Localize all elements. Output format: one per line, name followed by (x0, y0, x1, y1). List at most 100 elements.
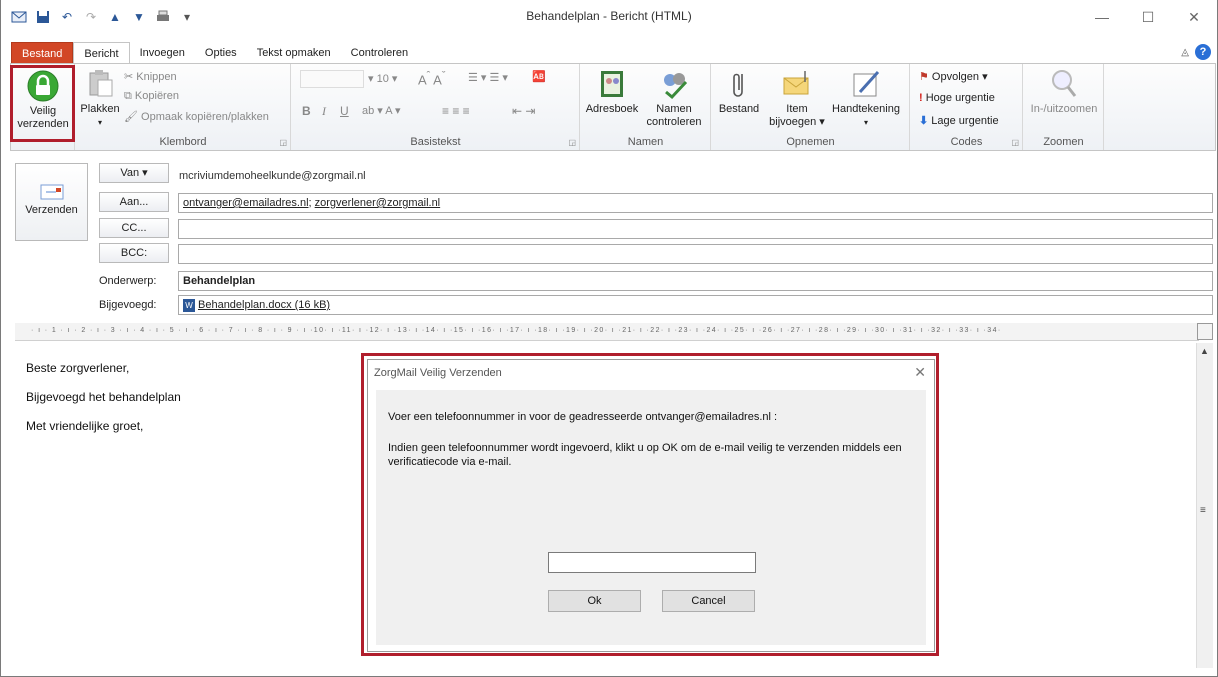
ruler: · ı · 1 · ı · 2 · ı · 3 · ı · 4 · ı · 5 … (15, 323, 1199, 341)
format-painter-button[interactable]: 🖌 Opmaak kopiëren/plakken (124, 110, 269, 123)
close-window-icon[interactable]: ✕ (1171, 0, 1217, 34)
secure-send-highlight (10, 65, 75, 142)
follow-up-button[interactable]: ⚑ Opvolgen ▾ (919, 70, 988, 83)
zorgmail-dialog: ZorgMail Veilig Verzenden ✕ Voer een tel… (367, 359, 935, 652)
paste-label: Plakken (80, 103, 120, 115)
font-name-box[interactable] (300, 70, 364, 88)
scroll-thumb-grip-icon[interactable]: ≡ (1200, 505, 1206, 516)
tags-group-label: Codes (950, 136, 983, 148)
signature-button[interactable]: Handtekening ▾ (826, 68, 906, 129)
body-line-2: Bijgevoegd het behandelplan (26, 390, 181, 404)
tab-review[interactable]: Controleren (341, 42, 418, 64)
tab-file[interactable]: Bestand (11, 42, 74, 64)
window-controls: — ☐ ✕ (1079, 0, 1217, 34)
tab-options[interactable]: Opties (195, 42, 247, 64)
signature-icon (850, 68, 882, 100)
group-tags: ⚑ Opvolgen ▾ ! Hoge urgentie ⬇ Lage urge… (911, 64, 1023, 150)
magnifier-icon (1048, 68, 1080, 100)
signature-label: Handtekening (832, 103, 900, 115)
send-button[interactable]: Verzenden (15, 163, 88, 241)
underline-icon[interactable]: U (340, 104, 349, 118)
tab-format-text[interactable]: Tekst opmaken (247, 42, 341, 64)
word-doc-icon: W (183, 298, 195, 312)
cc-field[interactable] (178, 219, 1213, 239)
collapse-ribbon-icon[interactable]: ◬ (1181, 47, 1189, 58)
tags-launcher-icon[interactable]: ◲ (1011, 138, 1019, 147)
ok-button[interactable]: Ok (548, 590, 641, 612)
cancel-button[interactable]: Cancel (662, 590, 755, 612)
bcc-button[interactable]: BCC: (99, 243, 169, 263)
italic-icon[interactable]: I (322, 104, 326, 119)
attach-item-label-1: Item (786, 103, 808, 115)
attach-item-label-2: bijvoegen ▾ (769, 116, 825, 128)
clear-format-icon[interactable]: 🆎 (532, 70, 546, 83)
indent-icons[interactable]: ⇤ ⇥ (512, 104, 535, 118)
font-size-value: 10 (376, 73, 389, 85)
group-zoom: In-/uitzoomen Zoomen (1024, 64, 1104, 150)
check-names-button[interactable]: Namen controleren (641, 68, 707, 129)
to-field[interactable]: ontvanger@emailadres.nl; zorgverlener@zo… (178, 193, 1213, 213)
clipboard-launcher-icon[interactable]: ◲ (279, 138, 287, 147)
address-book-button[interactable]: Adresboek (585, 68, 639, 116)
copy-button[interactable]: ⧉ Kopiëren (124, 90, 179, 103)
exclamation-icon: ! (919, 92, 926, 104)
zoom-button[interactable]: In-/uitzoomen (1026, 68, 1102, 116)
low-importance-label: Lage urgentie (931, 115, 999, 127)
recipient-1[interactable]: ontvanger@emailadres.nl (183, 197, 309, 209)
font-size-box[interactable]: ▾ 10 ▾ (368, 72, 397, 85)
address-book-label: Adresboek (585, 103, 639, 115)
dialog-close-icon[interactable]: ✕ (914, 364, 926, 381)
cut-label: Knippen (136, 71, 177, 83)
maximize-icon[interactable]: ☐ (1125, 0, 1171, 34)
minimize-icon[interactable]: — (1079, 0, 1125, 34)
tab-message[interactable]: Bericht (73, 42, 130, 64)
scroll-up-icon[interactable]: ▲ (1200, 346, 1209, 356)
attach-item-button[interactable]: Item bijvoegen ▾ (766, 68, 828, 129)
send-label: Verzenden (25, 204, 78, 216)
bcc-field[interactable] (178, 244, 1213, 264)
phone-number-input[interactable] (548, 552, 756, 573)
tab-insert[interactable]: Invoegen (130, 42, 195, 64)
cc-button[interactable]: CC... (99, 218, 169, 238)
subject-label: Onderwerp: (99, 275, 157, 287)
help-area: ◬ ? (1181, 44, 1211, 60)
cut-button[interactable]: ✂ Knippen (124, 70, 177, 83)
to-button[interactable]: Aan... (99, 192, 169, 212)
attachment-file[interactable]: Behandelplan.docx (16 kB) (198, 299, 330, 311)
group-clipboard: Plakken ▾ ✂ Knippen ⧉ Kopiëren 🖌 Opmaak … (76, 64, 291, 150)
vertical-scrollbar[interactable]: ▲ ≡ (1196, 343, 1213, 668)
group-names: Adresboek Namen controleren Namen (581, 64, 711, 150)
paste-button[interactable]: Plakken ▾ (80, 68, 120, 129)
help-icon[interactable]: ? (1195, 44, 1211, 60)
bold-icon[interactable]: B (302, 104, 311, 118)
high-importance-label: Hoge urgentie (925, 92, 995, 104)
title-bar: ↶ ↷ ▲ ▼ ▾ Behandelplan - Bericht (HTML) … (1, 0, 1217, 40)
dialog-content: Voer een telefoonnummer in voor de geadr… (376, 390, 926, 645)
copy-label: Kopiëren (134, 90, 179, 102)
check-names-label-1: Namen (656, 103, 692, 115)
bullets-icon[interactable]: ☰ ▾ ☰ ▾ (468, 71, 508, 84)
high-importance-button[interactable]: ! Hoge urgentie (919, 92, 995, 104)
format-painter-label: Opmaak kopiëren/plakken (141, 111, 269, 123)
zoom-group-label: Zoomen (1043, 136, 1084, 148)
copy-icon: ⧉ (124, 90, 135, 102)
subject-field[interactable]: Behandelplan (178, 271, 1213, 291)
low-importance-button[interactable]: ⬇ Lage urgentie (919, 114, 999, 127)
attach-file-button[interactable]: Bestand (714, 68, 764, 116)
recipient-2[interactable]: zorgverlener@zorgmail.nl (315, 197, 441, 209)
basic-text-launcher-icon[interactable]: ◲ (568, 138, 576, 147)
from-button[interactable]: Van ▾ (99, 163, 169, 183)
dialog-title: ZorgMail Veilig Verzenden (374, 367, 502, 379)
paste-dropdown-icon[interactable]: ▾ (80, 116, 120, 129)
clipboard-group-label: Klembord (159, 136, 207, 148)
highlight-icon[interactable]: ab ▾ A ▾ (362, 104, 401, 117)
down-arrow-icon: ⬇ (919, 115, 932, 127)
ruler-toggle-icon[interactable] (1197, 323, 1213, 340)
signature-dropdown-icon[interactable]: ▾ (826, 116, 906, 129)
group-include: Bestand Item bijvoegen ▾ Handtekening ▾ … (712, 64, 910, 150)
send-envelope-icon (40, 184, 64, 200)
basic-text-group-label: Basistekst (410, 136, 461, 148)
align-icons[interactable]: ≡ ≡ ≡ (442, 104, 470, 118)
grow-font-icon[interactable]: Aˆ Aˇ (418, 70, 445, 87)
envelope-attach-icon (781, 68, 813, 100)
